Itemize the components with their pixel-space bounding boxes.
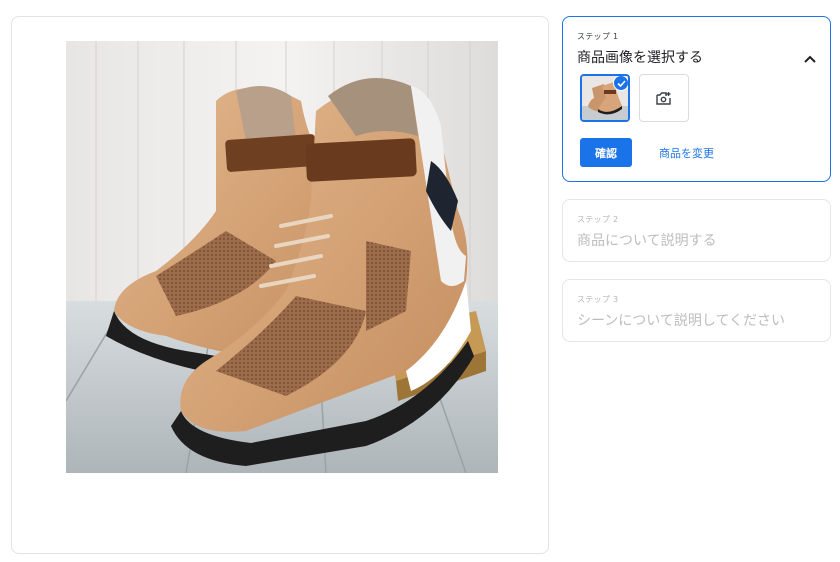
step-1-number: ステップ 1 xyxy=(577,32,619,41)
step-3-title: シーンについて説明してください xyxy=(577,313,786,329)
sneaker-photo xyxy=(66,41,498,473)
step-1-title: 商品画像を選択する xyxy=(577,50,703,66)
step-2-card[interactable]: ステップ 2 商品について説明する xyxy=(562,199,831,262)
add-image-button[interactable] xyxy=(639,74,689,122)
change-product-link[interactable]: 商品を変更 xyxy=(659,145,714,161)
preview-panel xyxy=(11,16,549,554)
confirm-button[interactable]: 確認 xyxy=(580,138,632,167)
collapse-button[interactable] xyxy=(802,51,818,67)
step-1-card: ステップ 1 商品画像を選択する 確認 商品を変更 xyxy=(562,16,831,182)
check-icon xyxy=(613,76,628,91)
step-3-number: ステップ 3 xyxy=(577,295,619,304)
product-image xyxy=(66,41,498,473)
selected-product-thumbnail[interactable] xyxy=(580,74,630,122)
step-2-title: 商品について説明する xyxy=(577,233,717,249)
step-3-card[interactable]: ステップ 3 シーンについて説明してください xyxy=(562,279,831,342)
add-photo-icon xyxy=(656,92,671,105)
chevron-up-icon xyxy=(804,55,816,63)
step-2-number: ステップ 2 xyxy=(577,215,619,224)
